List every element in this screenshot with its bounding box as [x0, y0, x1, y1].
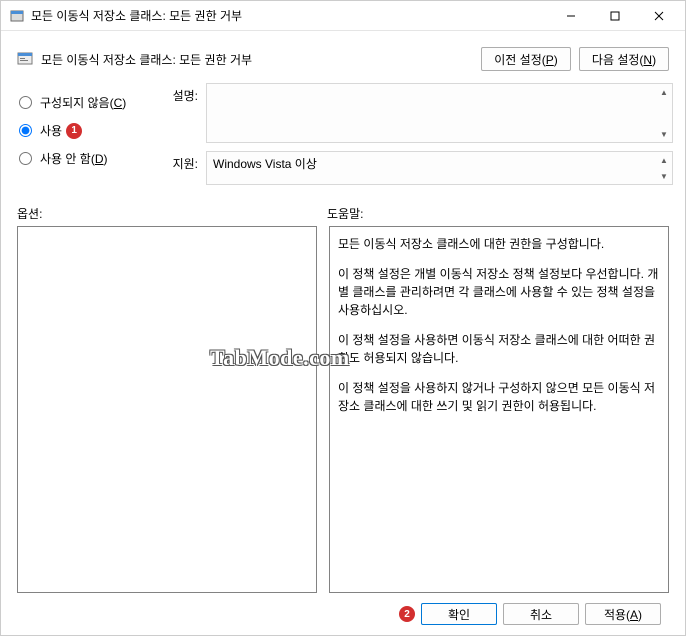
options-panel[interactable]	[17, 226, 317, 593]
radio-disabled[interactable]: 사용 안 함(D)	[13, 145, 158, 173]
radio-not-configured-input[interactable]	[19, 96, 32, 109]
scroll-up-icon[interactable]: ▲	[656, 84, 672, 100]
annotation-badge-1: 1	[66, 123, 82, 139]
radio-not-configured[interactable]: 구성되지 않음(C)	[13, 89, 158, 117]
upper-section: 구성되지 않음(C) 사용 1 사용 안 함(D) 설명: ▲ ▼	[13, 83, 673, 193]
radio-disabled-input[interactable]	[19, 152, 32, 165]
window-controls	[549, 2, 681, 30]
minimize-button[interactable]	[549, 2, 593, 30]
supported-row: 지원: Windows Vista 이상 ▲ ▼	[166, 151, 673, 185]
right-fields: 설명: ▲ ▼ 지원: Windows Vista 이상 ▲ ▼	[166, 83, 673, 193]
description-label: 설명:	[166, 83, 198, 143]
app-icon	[9, 8, 25, 24]
panels: 모든 이동식 저장소 클래스에 대한 권한을 구성합니다. 이 정책 설정은 개…	[13, 226, 673, 593]
scroll-down-icon[interactable]: ▼	[656, 168, 672, 184]
help-label: 도움말:	[327, 205, 363, 222]
scroll-down-icon[interactable]: ▼	[656, 126, 672, 142]
radio-disabled-label: 사용 안 함(D)	[40, 150, 108, 167]
dialog-content: 모든 이동식 저장소 클래스: 모든 권한 거부 이전 설정(P) 다음 설정(…	[1, 31, 685, 635]
help-paragraph: 이 정책 설정을 사용하면 이동식 저장소 클래스에 대한 어떠한 권한도 허용…	[338, 331, 660, 367]
dialog-footer: 2 확인 취소 적용(A)	[13, 593, 673, 625]
header-row: 모든 이동식 저장소 클래스: 모든 권한 거부 이전 설정(P) 다음 설정(…	[13, 39, 673, 83]
dialog-window: 모든 이동식 저장소 클래스: 모든 권한 거부 모든 이동식 저장소 클래스:…	[0, 0, 686, 636]
supported-textbox: Windows Vista 이상 ▲ ▼	[206, 151, 673, 185]
help-panel[interactable]: 모든 이동식 저장소 클래스에 대한 권한을 구성합니다. 이 정책 설정은 개…	[329, 226, 669, 593]
section-labels: 옵션: 도움말:	[13, 197, 673, 226]
next-setting-button[interactable]: 다음 설정(N)	[579, 47, 669, 71]
options-label: 옵션:	[17, 205, 327, 222]
help-paragraph: 모든 이동식 저장소 클래스에 대한 권한을 구성합니다.	[338, 235, 660, 253]
radio-not-configured-label: 구성되지 않음(C)	[40, 94, 126, 111]
annotation-badge-2: 2	[399, 606, 415, 622]
description-row: 설명: ▲ ▼	[166, 83, 673, 143]
help-paragraph: 이 정책 설정은 개별 이동식 저장소 정책 설정보다 우선합니다. 개별 클래…	[338, 265, 660, 319]
maximize-button[interactable]	[593, 2, 637, 30]
radio-enabled-input[interactable]	[19, 124, 32, 137]
close-button[interactable]	[637, 2, 681, 30]
description-textbox[interactable]: ▲ ▼	[206, 83, 673, 143]
scroll-up-icon[interactable]: ▲	[656, 152, 672, 168]
window-title: 모든 이동식 저장소 클래스: 모든 권한 거부	[31, 7, 549, 24]
radio-enabled-label: 사용	[40, 122, 62, 139]
previous-setting-button[interactable]: 이전 설정(P)	[481, 47, 571, 71]
cancel-button[interactable]: 취소	[503, 603, 579, 625]
setting-title: 모든 이동식 저장소 클래스: 모든 권한 거부	[41, 51, 473, 68]
ok-button[interactable]: 확인	[421, 603, 497, 625]
help-paragraph: 이 정책 설정을 사용하지 않거나 구성하지 않으면 모든 이동식 저장소 클래…	[338, 379, 660, 415]
policy-icon	[17, 51, 33, 67]
radio-enabled[interactable]: 사용 1	[13, 117, 158, 145]
titlebar[interactable]: 모든 이동식 저장소 클래스: 모든 권한 거부	[1, 1, 685, 31]
supported-label: 지원:	[166, 151, 198, 185]
apply-button[interactable]: 적용(A)	[585, 603, 661, 625]
supported-value: Windows Vista 이상	[213, 157, 317, 171]
state-radios: 구성되지 않음(C) 사용 1 사용 안 함(D)	[13, 83, 158, 193]
